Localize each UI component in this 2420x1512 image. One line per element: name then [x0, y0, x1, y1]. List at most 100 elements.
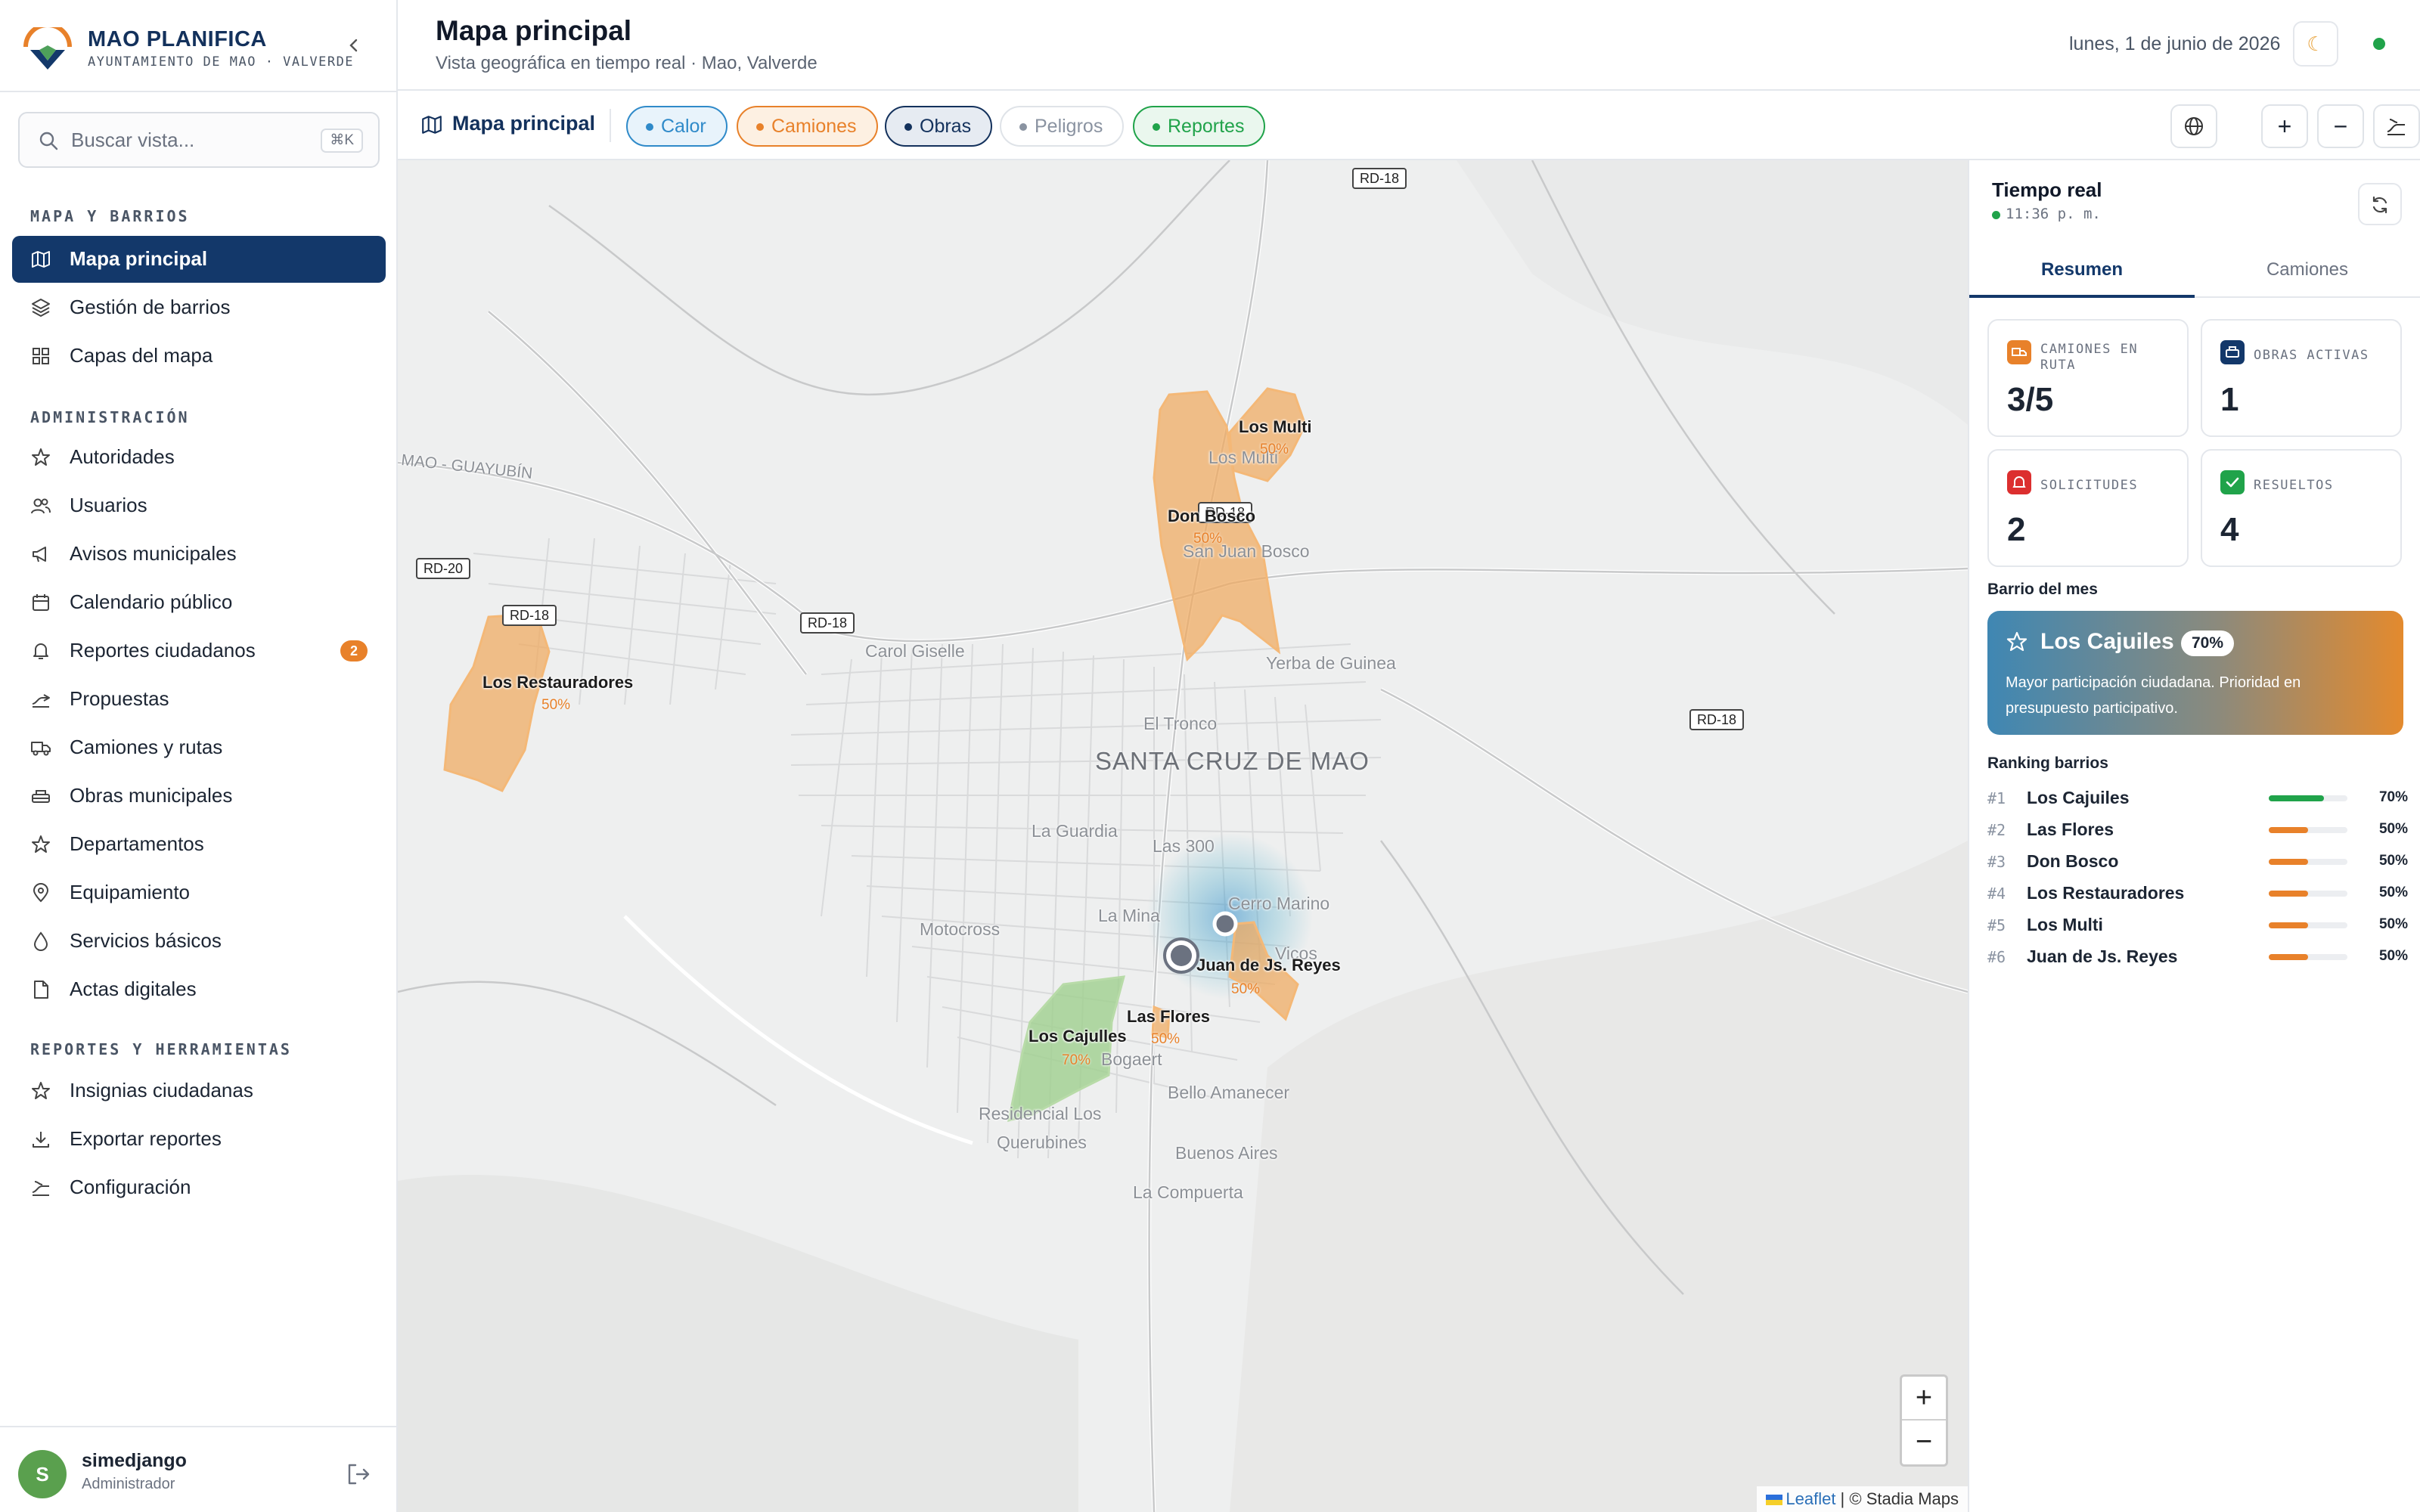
neighborhood-label[interactable]: Los Restauradores	[482, 673, 633, 692]
map-place-label: Motocross	[920, 919, 1001, 939]
sidebar-item-servicios[interactable]: Servicios básicos	[12, 918, 386, 965]
route-icon	[2387, 119, 2405, 135]
sidebar-item-label: Configuración	[70, 1176, 191, 1198]
brand[interactable]: MAO PLANIFICA AYUNTAMIENTO DE MAO · VALV…	[23, 26, 378, 74]
layer-chip-reportes[interactable]: Reportes	[1133, 106, 1266, 147]
current-date: lunes, 1 de junio de 2026	[2069, 33, 2281, 54]
stat-card-camiones: CAMIONES EN RUTA 3/5	[1987, 319, 2189, 437]
ranking-row[interactable]: #6 Juan de Js. Reyes 50%	[1987, 943, 2408, 971]
logout-icon[interactable]	[345, 1461, 372, 1488]
theme-toggle-button[interactable]: ☾	[2293, 21, 2338, 67]
page-title: Mapa principal	[436, 15, 632, 46]
globe-button[interactable]	[2170, 104, 2217, 148]
sidebar-item-departamentos[interactable]: Departamentos	[12, 821, 386, 868]
sidebar-item-calendario[interactable]: Calendario público	[12, 579, 386, 626]
live-indicator	[1992, 211, 2000, 219]
sidebar-item-avisos[interactable]: Avisos municipales	[12, 531, 386, 578]
neighborhood-label[interactable]: Don Bosco	[1168, 507, 1255, 526]
sidebar-item-obras[interactable]: Obras municipales	[12, 773, 386, 820]
page-header: Mapa principal Vista geográfica en tiemp…	[398, 0, 2420, 91]
truck-icon	[2007, 340, 2031, 364]
layer-chip-label: Peligros	[1035, 116, 1103, 137]
sidebar-item-gestion-barrios[interactable]: Gestión de barrios	[12, 284, 386, 331]
sidebar-item-actas[interactable]: Actas digitales	[12, 966, 386, 1013]
map-icon	[32, 251, 50, 268]
star-icon	[2006, 631, 2028, 652]
rank-neighborhood-name: Los Cajuiles	[2027, 788, 2130, 807]
featured-neighborhood-card[interactable]: Los Cajuiles 70% Mayor participación ciu…	[1987, 611, 2403, 735]
user-profile[interactable]: S simedjango Administrador	[0, 1426, 396, 1512]
road-shield: RD-20	[416, 558, 471, 579]
neighborhood-label[interactable]: Los Multi	[1239, 417, 1312, 437]
map-place-label: La Compuerta	[1133, 1182, 1243, 1202]
map-canvas[interactable]: SANTA CRUZ DE MAO Carol Giselle Yerba de…	[398, 160, 1968, 1512]
ranking-row[interactable]: #4 Los Restauradores 50%	[1987, 880, 2408, 907]
sidebar-item-label: Mapa principal	[70, 247, 208, 270]
globe-icon	[2185, 117, 2203, 135]
layer-chip-obras[interactable]: Obras	[885, 106, 993, 147]
sidebar-item-propuestas[interactable]: Propuestas	[12, 676, 386, 723]
sidebar-item-exportar[interactable]: Exportar reportes	[12, 1116, 386, 1163]
truck-icon	[31, 742, 51, 756]
layer-chip-peligros[interactable]: Peligros	[1000, 106, 1125, 147]
refresh-button[interactable]	[2358, 183, 2402, 225]
sidebar-item-equipamiento[interactable]: Equipamiento	[12, 869, 386, 916]
layer-chip-calor[interactable]: Calor	[626, 106, 728, 147]
leaflet-link[interactable]: Leaflet	[1786, 1489, 1835, 1508]
ranking-row[interactable]: #5 Los Multi 50%	[1987, 912, 2408, 939]
ranking-row[interactable]: #2 Las Flores 50%	[1987, 816, 2408, 844]
page-subtitle: Vista geográfica en tiempo real · Mao, V…	[436, 53, 818, 73]
neighborhood-label[interactable]: Juan de Js. Reyes	[1196, 956, 1341, 975]
sidebar-item-camiones[interactable]: Camiones y rutas	[12, 724, 386, 771]
map-zoom-in-button[interactable]: +	[1902, 1377, 1946, 1421]
sidebar-item-reportes-ciudadanos[interactable]: Reportes ciudadanos 2	[12, 627, 386, 674]
route-button[interactable]	[2373, 104, 2420, 148]
sidebar-item-insignias[interactable]: Insignias ciudadanas	[12, 1067, 386, 1114]
ranking-row[interactable]: #3 Don Bosco 50%	[1987, 848, 2408, 875]
sidebar-item-label: Insignias ciudadanas	[70, 1079, 253, 1101]
rank-progress-bar	[2269, 827, 2347, 833]
neighborhood-label[interactable]: Los Cajulles	[1028, 1027, 1127, 1046]
map-place-label: El Tronco	[1143, 714, 1218, 733]
sidebar-item-autoridades[interactable]: Autoridades	[12, 434, 386, 481]
layer-dot	[756, 123, 764, 131]
rank-number: #2	[1987, 821, 2006, 839]
zoom-out-button[interactable]: −	[2317, 104, 2364, 148]
neighborhood-percentage: 50%	[1151, 1031, 1181, 1047]
layer-chip-camiones[interactable]: Camiones	[737, 106, 878, 147]
collapse-sidebar-button[interactable]	[339, 30, 369, 60]
sidebar-item-usuarios[interactable]: Usuarios	[12, 482, 386, 529]
sidebar-item-label: Servicios básicos	[70, 929, 222, 952]
search-placeholder: Buscar vista...	[71, 129, 195, 151]
featured-section-label: Barrio del mes	[1987, 581, 2098, 598]
rank-progress-fill	[2269, 922, 2308, 928]
layer-chip-label: Obras	[920, 116, 972, 137]
neighborhood-percentage: 50%	[1193, 531, 1223, 547]
sidebar-item-label: Reportes ciudadanos	[70, 639, 256, 662]
rank-neighborhood-name: Los Multi	[2027, 915, 2103, 934]
neighborhood-percentage: 50%	[1260, 442, 1289, 457]
bell-icon	[2007, 470, 2031, 494]
map-attribution: Leaflet | © Stadia Maps	[1757, 1486, 1968, 1512]
tab-camiones[interactable]: Camiones	[2195, 245, 2420, 298]
layer-chip-label: Camiones	[771, 116, 857, 137]
search-input[interactable]: Buscar vista... ⌘K	[18, 112, 380, 168]
construction-icon	[2220, 340, 2245, 364]
tab-resumen[interactable]: Resumen	[1969, 245, 2195, 298]
sidebar-item-label: Capas del mapa	[70, 344, 213, 367]
neighborhood-percentage: 50%	[1231, 981, 1261, 997]
online-status-indicator	[2373, 38, 2385, 50]
document-icon	[34, 981, 48, 999]
stat-value: 4	[2220, 511, 2239, 548]
megaphone-icon	[33, 547, 46, 562]
sidebar-item-mapa-principal[interactable]: Mapa principal	[12, 236, 386, 283]
sidebar-item-label: Gestión de barrios	[70, 296, 231, 318]
featured-neighborhood-name: Los Cajuiles	[2040, 629, 2174, 654]
neighborhood-label[interactable]: Las Flores	[1127, 1007, 1210, 1027]
sidebar-item-configuracion[interactable]: Configuración	[12, 1164, 386, 1211]
map-zoom-out-button[interactable]: −	[1902, 1421, 1946, 1464]
ranking-row[interactable]: #1 Los Cajuiles 70%	[1987, 785, 2408, 812]
rank-number: #3	[1987, 853, 2006, 871]
zoom-in-button[interactable]: +	[2261, 104, 2308, 148]
sidebar-item-capas-mapa[interactable]: Capas del mapa	[12, 333, 386, 380]
